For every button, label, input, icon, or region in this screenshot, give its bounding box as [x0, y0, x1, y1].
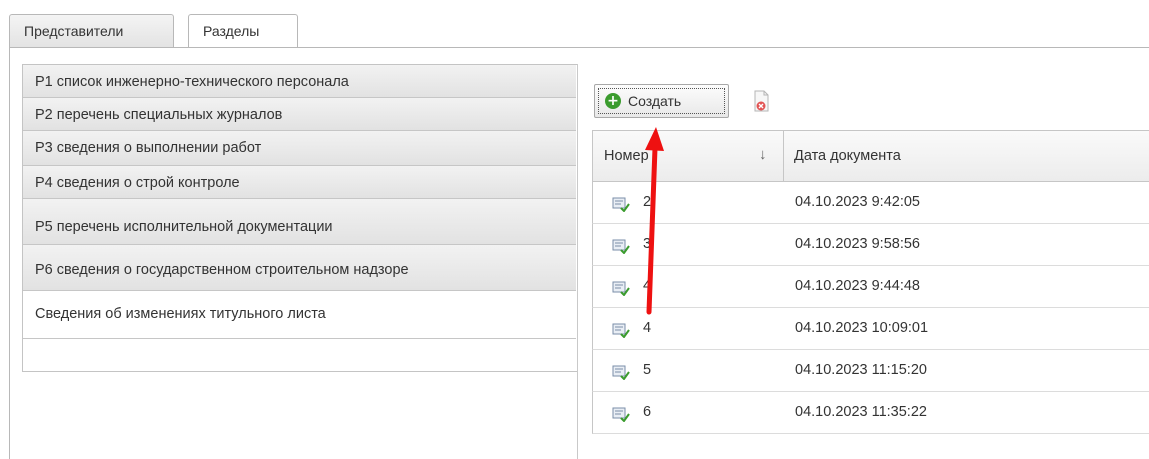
- row-number: 2: [643, 194, 652, 210]
- sort-descending-icon: ↓: [759, 146, 767, 163]
- delete-button[interactable]: [744, 84, 778, 118]
- column-header-date[interactable]: Дата документа: [784, 131, 1149, 181]
- column-header-number-label: Номер: [604, 148, 649, 164]
- grid-header: Номер ↓ Дата документа: [592, 130, 1149, 182]
- table-row[interactable]: 2 04.10.2023 9:42:05: [592, 182, 1149, 224]
- row-date: 04.10.2023 11:15:20: [795, 362, 927, 378]
- column-header-number[interactable]: Номер ↓: [593, 131, 784, 181]
- edit-document-icon: [612, 197, 630, 212]
- documents-grid: Номер ↓ Дата документа 2 04.10.2023 9:42:…: [592, 130, 1149, 459]
- row-date: 04.10.2023 9:44:48: [795, 278, 920, 294]
- row-date: 04.10.2023 9:58:56: [795, 236, 920, 252]
- table-row[interactable]: 4 04.10.2023 10:09:01: [592, 308, 1149, 350]
- row-date: 04.10.2023 10:09:01: [795, 320, 929, 336]
- create-button-label: Создать: [628, 93, 682, 109]
- section-item-title-changes[interactable]: Сведения об изменениях титульного листа: [23, 291, 576, 339]
- edit-document-icon: [612, 407, 630, 422]
- plus-circle-icon: +: [605, 93, 621, 109]
- row-number: 6: [643, 404, 652, 420]
- row-number: 3: [643, 236, 652, 252]
- edit-document-icon: [612, 281, 630, 296]
- section-item-r3[interactable]: Р3 сведения о выполнении работ: [23, 131, 576, 166]
- edit-document-icon: [612, 239, 630, 254]
- table-row[interactable]: 3 04.10.2023 9:58:56: [592, 224, 1149, 266]
- row-number: 5: [643, 362, 652, 378]
- table-row[interactable]: 5 04.10.2023 11:15:20: [592, 350, 1149, 392]
- section-item-r1[interactable]: Р1 список инженерно-технического персона…: [23, 65, 576, 98]
- tab-representatives[interactable]: Представители: [9, 14, 174, 47]
- row-number: 4: [643, 278, 652, 294]
- panel-splitter[interactable]: [577, 64, 578, 459]
- edit-document-icon: [612, 365, 630, 380]
- create-button[interactable]: + Создать: [594, 84, 729, 118]
- tab-sections[interactable]: Разделы: [188, 14, 298, 48]
- row-date: 04.10.2023 9:42:05: [795, 194, 920, 210]
- section-item-r5[interactable]: Р5 перечень исполнительной документации: [23, 199, 576, 245]
- tab-bar: Представители Разделы: [9, 14, 1149, 48]
- section-item-r2[interactable]: Р2 перечень специальных журналов: [23, 98, 576, 131]
- sections-list: Р1 список инженерно-технического персона…: [22, 64, 577, 372]
- section-item-r6[interactable]: Р6 сведения о государственном строительн…: [23, 245, 576, 291]
- row-number: 4: [643, 320, 652, 336]
- table-row[interactable]: 4 04.10.2023 9:44:48: [592, 266, 1149, 308]
- row-date: 04.10.2023 11:35:22: [795, 404, 927, 420]
- delete-document-icon: [754, 90, 769, 112]
- table-row[interactable]: 6 04.10.2023 11:35:22: [592, 392, 1149, 434]
- section-item-r4[interactable]: Р4 сведения о строй контроле: [23, 166, 576, 199]
- edit-document-icon: [612, 323, 630, 338]
